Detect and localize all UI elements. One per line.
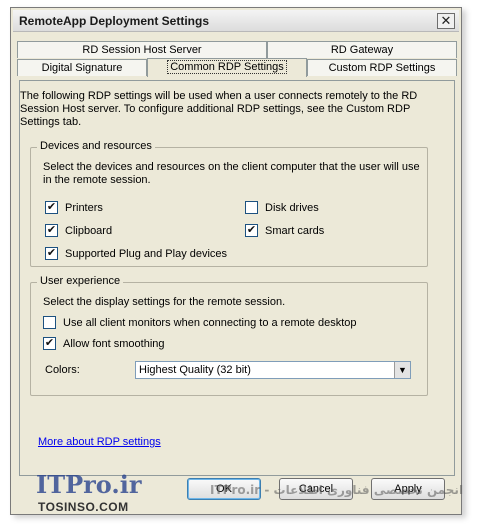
printers-checkbox[interactable]: ✔ bbox=[45, 201, 58, 214]
dropdown-arrow-icon[interactable]: ▼ bbox=[394, 362, 410, 378]
colors-label: Colors: bbox=[45, 364, 80, 376]
window-title: RemoteApp Deployment Settings bbox=[19, 14, 210, 28]
devices-description: Select the devices and resources on the … bbox=[43, 161, 420, 186]
plug-and-play-checkbox-row[interactable]: ✔ Supported Plug and Play devices bbox=[45, 247, 227, 260]
more-rdp-settings-link[interactable]: More about RDP settings bbox=[38, 436, 161, 448]
tab-label: Digital Signature bbox=[41, 62, 123, 74]
tab-label: RD Gateway bbox=[330, 44, 394, 56]
tosinso-watermark: TOSINSO.COM bbox=[38, 500, 129, 514]
tab-rd-session-host-server[interactable]: RD Session Host Server bbox=[17, 41, 267, 58]
font-smoothing-checkbox-row[interactable]: ✔ Allow font smoothing bbox=[43, 337, 165, 350]
tab-common-rdp-settings[interactable]: Common RDP Settings bbox=[147, 58, 307, 77]
colors-select[interactable]: Highest Quality (32 bit) ▼ bbox=[135, 361, 411, 379]
user-experience-description: Select the display settings for the remo… bbox=[43, 296, 286, 308]
multimon-checkbox-row[interactable]: Use all client monitors when connecting … bbox=[43, 316, 357, 329]
disk-drives-checkbox[interactable] bbox=[245, 201, 258, 214]
plug-and-play-checkbox[interactable]: ✔ bbox=[45, 247, 58, 260]
multimon-label: Use all client monitors when connecting … bbox=[63, 316, 357, 329]
colors-selected-value: Highest Quality (32 bit) bbox=[139, 364, 251, 376]
close-button[interactable]: ✕ bbox=[437, 13, 455, 29]
devices-group: Devices and resources Select the devices… bbox=[30, 140, 428, 267]
itpro-watermark-logo: ITPro.ir bbox=[36, 470, 142, 499]
smart-cards-checkbox[interactable]: ✔ bbox=[245, 224, 258, 237]
font-smoothing-label: Allow font smoothing bbox=[63, 337, 165, 350]
smart-cards-checkbox-row[interactable]: ✔ Smart cards bbox=[245, 224, 324, 237]
title-bar[interactable]: RemoteApp Deployment Settings ✕ bbox=[13, 10, 459, 32]
clipboard-label: Clipboard bbox=[65, 224, 113, 237]
user-experience-group: User experience Select the display setti… bbox=[30, 275, 428, 396]
intro-text: The following RDP settings will be used … bbox=[20, 90, 418, 128]
plug-and-play-label: Supported Plug and Play devices bbox=[65, 247, 228, 260]
tab-label: Custom RDP Settings bbox=[328, 62, 436, 74]
user-experience-legend: User experience bbox=[37, 275, 124, 287]
disk-drives-checkbox-row[interactable]: Disk drives bbox=[245, 201, 319, 214]
itpro-watermark-text: ITPro.ir - انجمن تخصصی فناوری اطلاعات bbox=[210, 483, 464, 497]
printers-label: Printers bbox=[65, 201, 103, 214]
multimon-checkbox[interactable] bbox=[43, 316, 56, 329]
clipboard-checkbox[interactable]: ✔ bbox=[45, 224, 58, 237]
tab-label: RD Session Host Server bbox=[82, 44, 202, 56]
tab-custom-rdp-settings[interactable]: Custom RDP Settings bbox=[307, 59, 457, 76]
disk-drives-label: Disk drives bbox=[265, 201, 319, 214]
smart-cards-label: Smart cards bbox=[265, 224, 325, 237]
tab-label: Common RDP Settings bbox=[167, 60, 287, 74]
clipboard-checkbox-row[interactable]: ✔ Clipboard bbox=[45, 224, 112, 237]
tab-digital-signature[interactable]: Digital Signature bbox=[17, 59, 147, 76]
font-smoothing-checkbox[interactable]: ✔ bbox=[43, 337, 56, 350]
devices-legend: Devices and resources bbox=[37, 140, 155, 152]
printers-checkbox-row[interactable]: ✔ Printers bbox=[45, 201, 103, 214]
close-icon: ✕ bbox=[440, 13, 452, 28]
tab-rd-gateway[interactable]: RD Gateway bbox=[267, 41, 457, 58]
